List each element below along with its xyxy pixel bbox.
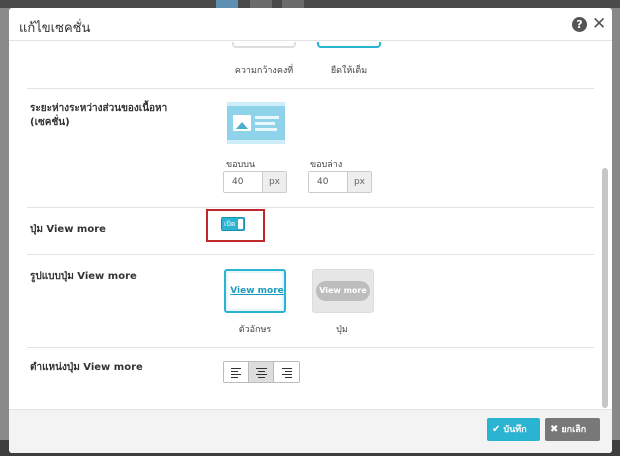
full-width-option[interactable] (317, 42, 381, 48)
background-tab (216, 0, 238, 8)
check-icon: ✔ (492, 424, 501, 435)
align-left-icon[interactable] (224, 362, 249, 382)
view-more-style-label: รูปแบบปุ่ม View more (30, 271, 137, 282)
text-style-caption: ตัวอักษร (238, 325, 272, 335)
bottom-margin-label: ขอบล่าง (310, 160, 343, 170)
dialog-footer: ✔ บันทึก ✖ ยกเลิก (9, 409, 612, 453)
bottom-margin-field: px (308, 171, 372, 193)
alignment-button-group (223, 361, 300, 383)
close-icon[interactable]: ✕ (592, 14, 606, 34)
fixed-width-option[interactable] (232, 42, 296, 48)
background-topbar (0, 0, 620, 8)
bottom-margin-input[interactable] (309, 172, 347, 192)
background-tab (250, 0, 272, 8)
cancel-button-label: ยกเลิก (561, 425, 587, 435)
section-spacing-icon (227, 102, 285, 144)
view-more-label: ปุ่ม View more (30, 224, 106, 235)
top-margin-unit: px (262, 172, 286, 192)
toggle-knob (238, 219, 243, 229)
dialog-title: แก้ไขเซคชั่น (19, 21, 91, 36)
text-style-option[interactable]: View more (224, 269, 286, 313)
top-margin-label: ขอบบน (226, 160, 256, 170)
cancel-button[interactable]: ✖ ยกเลิก (545, 418, 600, 441)
button-style-preview: View more (316, 281, 370, 301)
help-icon[interactable]: ? (572, 17, 587, 32)
x-icon: ✖ (550, 424, 559, 435)
view-more-toggle[interactable]: เปิด (221, 217, 245, 231)
text-style-link: View more (230, 286, 284, 296)
full-width-label: ยืดให้เต็ม (330, 66, 368, 76)
view-more-position-label: ตำแหน่งปุ่ม View more (30, 362, 143, 373)
top-margin-field: px (223, 171, 287, 193)
edit-section-dialog: แก้ไขเซคชั่น ? ✕ ความกว้างคงที่ ยืดให้เต… (9, 8, 612, 453)
text-style-preview: View more (228, 273, 284, 309)
bottom-margin-unit: px (347, 172, 371, 192)
align-right-icon[interactable] (274, 362, 299, 382)
view-more-row: ปุ่ม View more (27, 208, 594, 255)
save-button[interactable]: ✔ บันทึก (487, 418, 540, 441)
toggle-state-label: เปิด (224, 220, 236, 228)
fixed-width-label: ความกว้างคงที่ (234, 66, 294, 76)
view-more-position-row: ตำแหน่งปุ่ม View more (27, 348, 594, 409)
dialog-header: แก้ไขเซคชั่น ? ✕ (9, 8, 612, 41)
spacing-label: ระยะห่างระหว่างส่วนของเนื้อหา (เซคชั่น) (30, 103, 168, 128)
dialog-scrollbar[interactable] (602, 168, 608, 408)
align-center-icon[interactable] (249, 362, 274, 382)
top-margin-input[interactable] (224, 172, 262, 192)
button-style-option[interactable]: View more (312, 269, 374, 313)
width-row: ความกว้างคงที่ ยืดให้เต็ม (27, 42, 594, 89)
background-tab (282, 0, 304, 8)
dialog-body: ความกว้างคงที่ ยืดให้เต็ม ระยะห่างระหว่า… (9, 42, 612, 409)
button-style-caption: ปุ่ม (336, 325, 348, 335)
save-button-label: บันทึก (503, 425, 527, 435)
